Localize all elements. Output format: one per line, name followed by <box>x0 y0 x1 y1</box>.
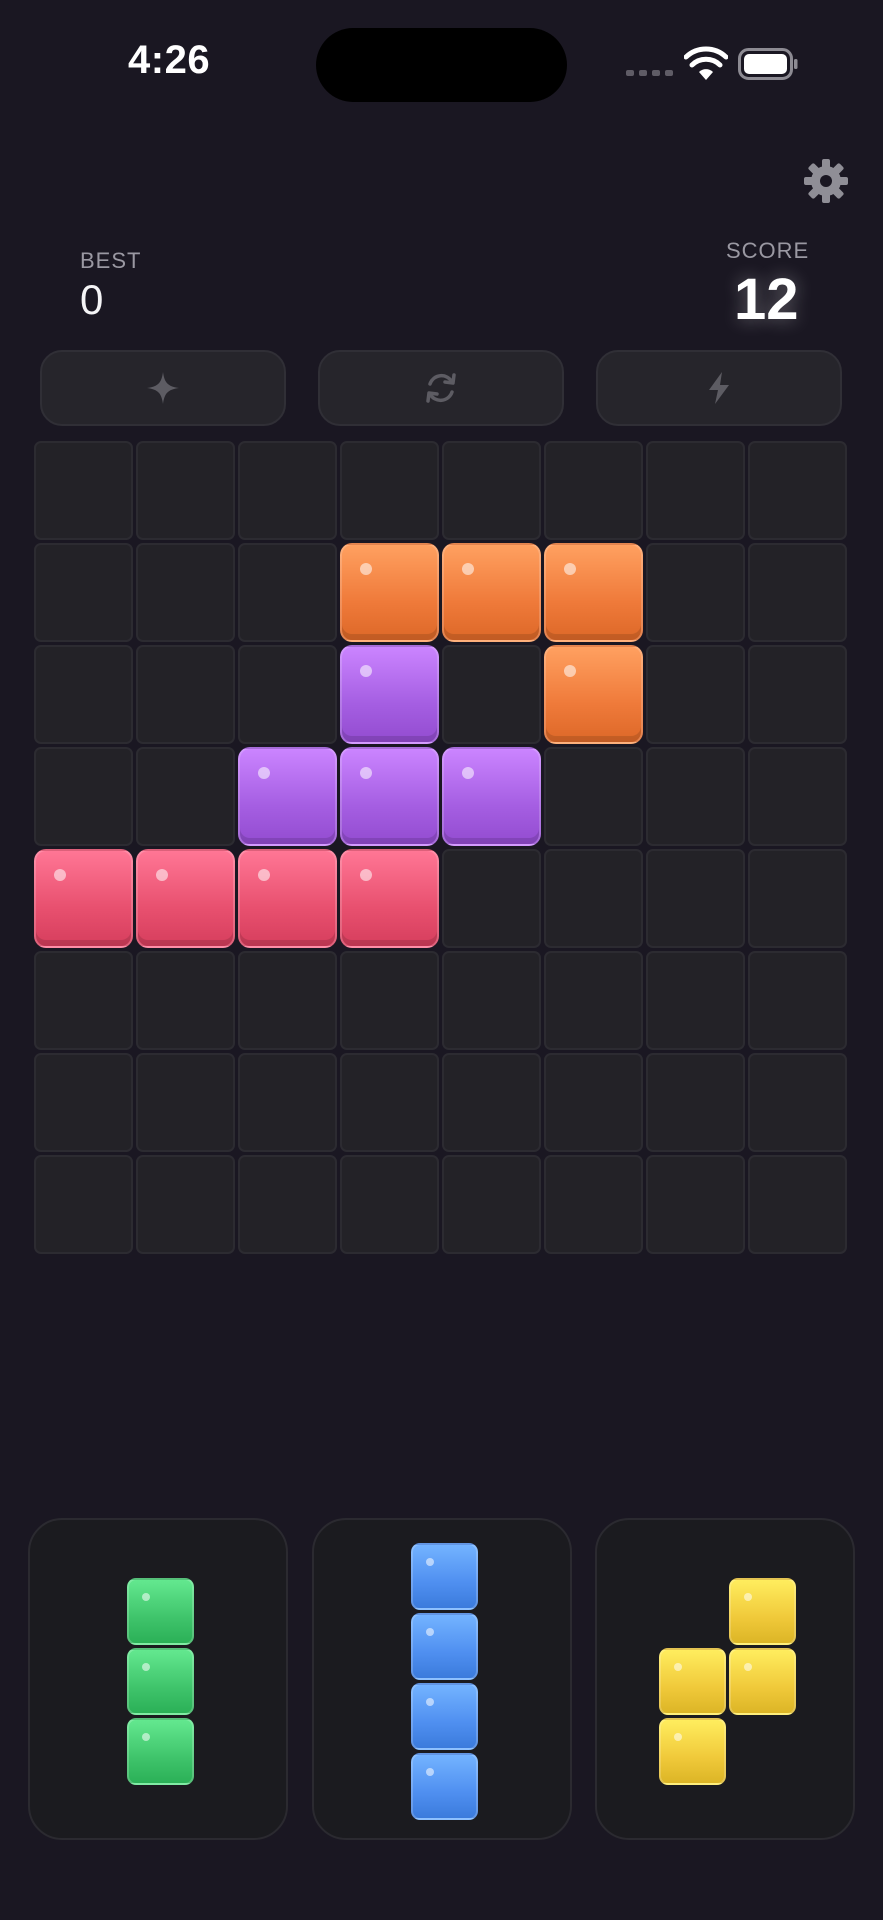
board-cell-empty[interactable] <box>544 1155 643 1254</box>
board-cell-orange-block[interactable] <box>544 543 643 642</box>
board-cell-empty[interactable] <box>442 1053 541 1152</box>
board-cell-empty[interactable] <box>340 1053 439 1152</box>
piece-tray-slot-1[interactable] <box>28 1518 288 1840</box>
board-cell-orange-block[interactable] <box>340 543 439 642</box>
board-cell-empty[interactable] <box>544 441 643 540</box>
board-cell-empty[interactable] <box>34 543 133 642</box>
board-cell-empty[interactable] <box>34 951 133 1050</box>
board-cell-empty[interactable] <box>136 645 235 744</box>
tray-blue-block[interactable] <box>410 1752 478 1820</box>
lightning-powerup-button[interactable] <box>596 350 842 426</box>
board-cell-empty[interactable] <box>544 951 643 1050</box>
board-cell-empty[interactable] <box>748 441 847 540</box>
board-cell-empty[interactable] <box>136 543 235 642</box>
board-cell-empty[interactable] <box>340 951 439 1050</box>
dynamic-island <box>316 28 567 102</box>
score-label: SCORE <box>726 238 810 263</box>
board-cell-empty[interactable] <box>238 951 337 1050</box>
board-cell-empty[interactable] <box>136 951 235 1050</box>
board-cell-empty[interactable] <box>442 849 541 948</box>
tray-green-block[interactable] <box>126 1647 194 1715</box>
tray-green-block[interactable] <box>126 1717 194 1785</box>
board-cell-orange-block[interactable] <box>442 543 541 642</box>
board-cell-empty[interactable] <box>748 849 847 948</box>
board-cell-empty[interactable] <box>748 1053 847 1152</box>
board-cell-empty[interactable] <box>34 1155 133 1254</box>
board-cell-empty[interactable] <box>748 747 847 846</box>
tray-blue-block[interactable] <box>410 1682 478 1750</box>
board-cell-empty[interactable] <box>442 951 541 1050</box>
board-cell-empty[interactable] <box>748 1155 847 1254</box>
board-cell-empty[interactable] <box>238 441 337 540</box>
board-cell-empty[interactable] <box>646 1155 745 1254</box>
board-cell-pink-block[interactable] <box>238 849 337 948</box>
board-cell-purple-block[interactable] <box>442 747 541 846</box>
board-cell-empty[interactable] <box>544 1053 643 1152</box>
board-cell-empty[interactable] <box>136 1053 235 1152</box>
board-cell-empty[interactable] <box>442 645 541 744</box>
tray-yellow-block[interactable] <box>658 1717 726 1785</box>
board-cell-purple-block[interactable] <box>340 645 439 744</box>
board-cell-empty[interactable] <box>646 951 745 1050</box>
piece-tray-slot-2[interactable] <box>312 1518 572 1840</box>
board-cell-pink-block[interactable] <box>34 849 133 948</box>
board-cell-empty[interactable] <box>748 951 847 1050</box>
piece-tray-slot-3[interactable] <box>595 1518 855 1840</box>
refresh-powerup-button[interactable] <box>318 350 564 426</box>
board-cell-empty[interactable] <box>646 849 745 948</box>
tray-green-block[interactable] <box>126 1577 194 1645</box>
board-cell-empty[interactable] <box>544 849 643 948</box>
board-cell-empty[interactable] <box>748 645 847 744</box>
board-cell-empty[interactable] <box>748 543 847 642</box>
cellular-signal-icon <box>626 70 673 76</box>
board-cell-pink-block[interactable] <box>340 849 439 948</box>
tray-yellow-block[interactable] <box>728 1577 796 1645</box>
tray-yellow-block[interactable] <box>728 1647 796 1715</box>
game-board[interactable] <box>34 441 850 1257</box>
refresh-icon <box>426 373 456 403</box>
board-cell-empty[interactable] <box>442 1155 541 1254</box>
board-cell-empty[interactable] <box>646 645 745 744</box>
tray-blue-block[interactable] <box>410 1542 478 1610</box>
board-cell-empty[interactable] <box>340 441 439 540</box>
board-cell-purple-block[interactable] <box>340 747 439 846</box>
board-cell-empty[interactable] <box>646 1053 745 1152</box>
score-value: 12 <box>734 267 799 332</box>
sparkle-icon <box>147 372 179 404</box>
board-cell-empty[interactable] <box>34 1053 133 1152</box>
tray-blue-block[interactable] <box>410 1612 478 1680</box>
board-cell-empty[interactable] <box>442 441 541 540</box>
board-cell-empty[interactable] <box>238 1053 337 1152</box>
tray-yellow-block[interactable] <box>658 1647 726 1715</box>
board-cell-empty[interactable] <box>136 1155 235 1254</box>
board-cell-pink-block[interactable] <box>136 849 235 948</box>
board-cell-empty[interactable] <box>238 645 337 744</box>
board-cell-empty[interactable] <box>136 441 235 540</box>
board-cell-orange-block[interactable] <box>544 645 643 744</box>
lightning-icon <box>709 372 729 404</box>
board-cell-empty[interactable] <box>646 543 745 642</box>
gear-icon[interactable] <box>803 158 849 204</box>
best-label: BEST <box>80 248 142 273</box>
board-cell-purple-block[interactable] <box>238 747 337 846</box>
board-cell-empty[interactable] <box>646 441 745 540</box>
sparkle-powerup-button[interactable] <box>40 350 286 426</box>
board-cell-empty[interactable] <box>646 747 745 846</box>
board-cell-empty[interactable] <box>34 747 133 846</box>
wifi-icon <box>684 46 728 80</box>
board-cell-empty[interactable] <box>238 543 337 642</box>
board-cell-empty[interactable] <box>544 747 643 846</box>
board-cell-empty[interactable] <box>340 1155 439 1254</box>
board-cell-empty[interactable] <box>34 645 133 744</box>
board-cell-empty[interactable] <box>238 1155 337 1254</box>
battery-icon <box>738 48 798 80</box>
best-value: 0 <box>80 276 104 323</box>
status-time: 4:26 <box>128 38 211 82</box>
board-cell-empty[interactable] <box>34 441 133 540</box>
board-cell-empty[interactable] <box>136 747 235 846</box>
